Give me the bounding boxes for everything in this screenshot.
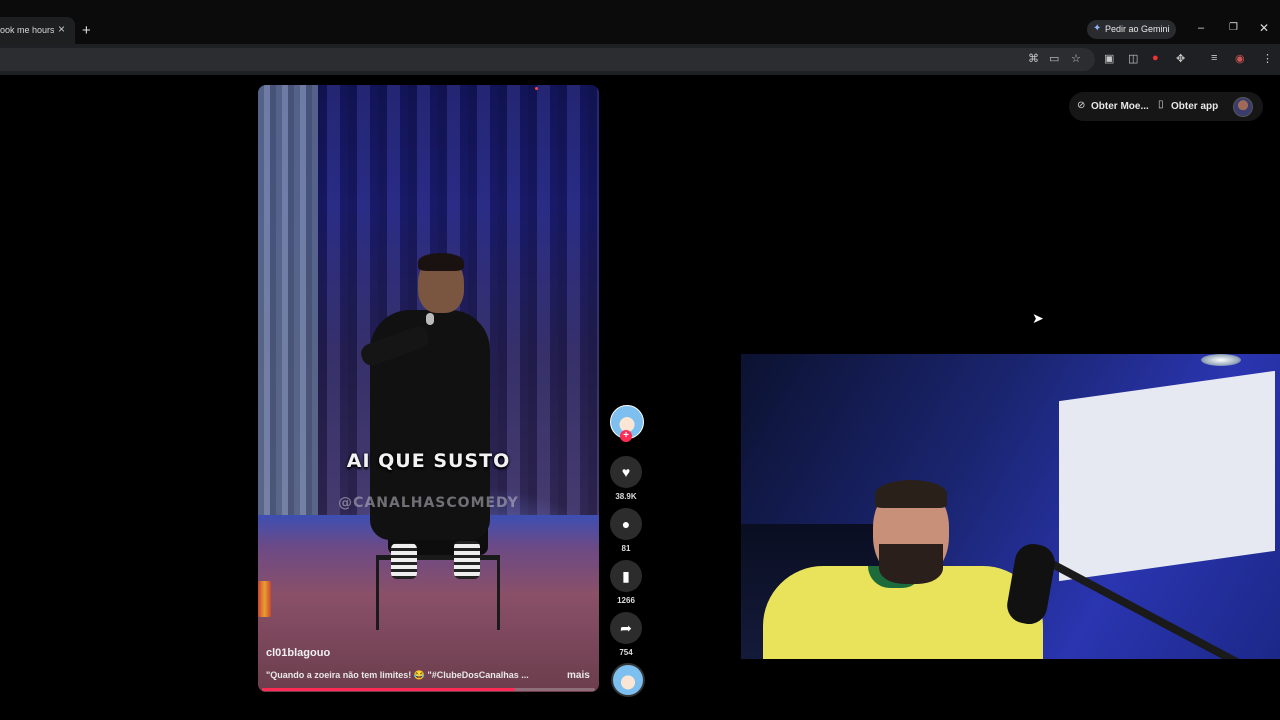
comment-button[interactable]: ● [610,508,642,540]
profile-avatar[interactable] [1233,97,1253,117]
webcam-overlay [741,354,1280,659]
music-disc-avatar[interactable] [611,663,645,697]
video-progress-fill [262,688,515,691]
mic-boom-arm [1039,554,1255,659]
share-button[interactable]: ➦ [610,612,642,644]
microphone [426,313,434,325]
new-tab-button[interactable]: + [82,22,91,39]
drink-can [258,581,271,617]
streamer-beard [879,544,943,584]
window-minimize-button[interactable]: – [1198,22,1204,34]
video-caption: "Quando a zoeira não tem limites! 😂 "#Cl… [266,670,529,680]
like-button[interactable]: ♥ [610,456,642,488]
menu-kebab-icon[interactable]: ⋮ [1262,52,1273,65]
address-bar[interactable] [0,48,1095,71]
streamer-hair [875,480,947,508]
heart-icon: ♥ [621,464,631,480]
like-count: 38.9K [615,492,637,501]
comment-count: 81 [621,544,631,553]
sneaker-right [454,541,480,579]
follow-button[interactable]: + [620,430,632,442]
window-close-button[interactable]: ✕ [1259,21,1269,35]
video-author-username[interactable]: cl01blagouo [266,647,330,659]
tab-strip [0,0,1280,44]
comment-bubble-icon: ● [621,516,631,532]
video-player[interactable]: AI QUE SUSTO @CANALHASCOMEDY cl01blagouo… [258,85,599,692]
caption-more-link[interactable]: mais [567,670,590,681]
video-subtitle: AI QUE SUSTO [346,450,511,472]
extension-discord-icon[interactable]: ▣ [1104,52,1114,65]
coins-icon[interactable]: ⊘ [1077,100,1085,111]
tab-title[interactable]: ook me hours t [0,25,54,35]
bookmark-icon: ▮ [622,567,630,584]
share-arrow-icon: ➦ [620,619,632,636]
share-count: 754 [619,648,633,657]
window-restore-button[interactable]: ❐ [1229,22,1238,33]
cast-icon[interactable]: ▭ [1049,52,1059,65]
tab-close-icon[interactable]: × [58,22,65,36]
translate-icon[interactable]: ⌘ [1028,52,1039,65]
gemini-sparkle-icon: ✦ [1093,23,1102,34]
media-controls-icon[interactable]: ≡ [1211,52,1217,64]
sneaker-left [391,543,417,579]
extension-window-icon[interactable]: ◫ [1128,52,1138,65]
extension-record-icon[interactable]: ● [1152,52,1159,64]
bookmark-star-icon[interactable]: ☆ [1071,52,1081,65]
curtain [258,85,318,555]
get-app-button[interactable]: Obter app [1171,101,1218,112]
streamer-microphone [1004,541,1058,627]
save-count: 1266 [617,596,635,605]
phone-icon[interactable]: ▯ [1158,99,1164,110]
video-indicator-dot [535,87,538,90]
get-coins-button[interactable]: Obter Moe... [1091,101,1149,112]
comedian-hair [418,253,464,271]
video-watermark: @CANALHASCOMEDY [338,495,519,511]
profile-icon[interactable]: ◉ [1235,52,1245,65]
gemini-label[interactable]: Pedir ao Gemini [1105,24,1170,34]
backdrop-screen [1059,370,1275,582]
extensions-puzzle-icon[interactable]: ✥ [1176,52,1185,65]
ceiling-light [1201,354,1241,366]
mouse-cursor-icon: ➤ [1032,310,1044,326]
save-button[interactable]: ▮ [610,560,642,592]
